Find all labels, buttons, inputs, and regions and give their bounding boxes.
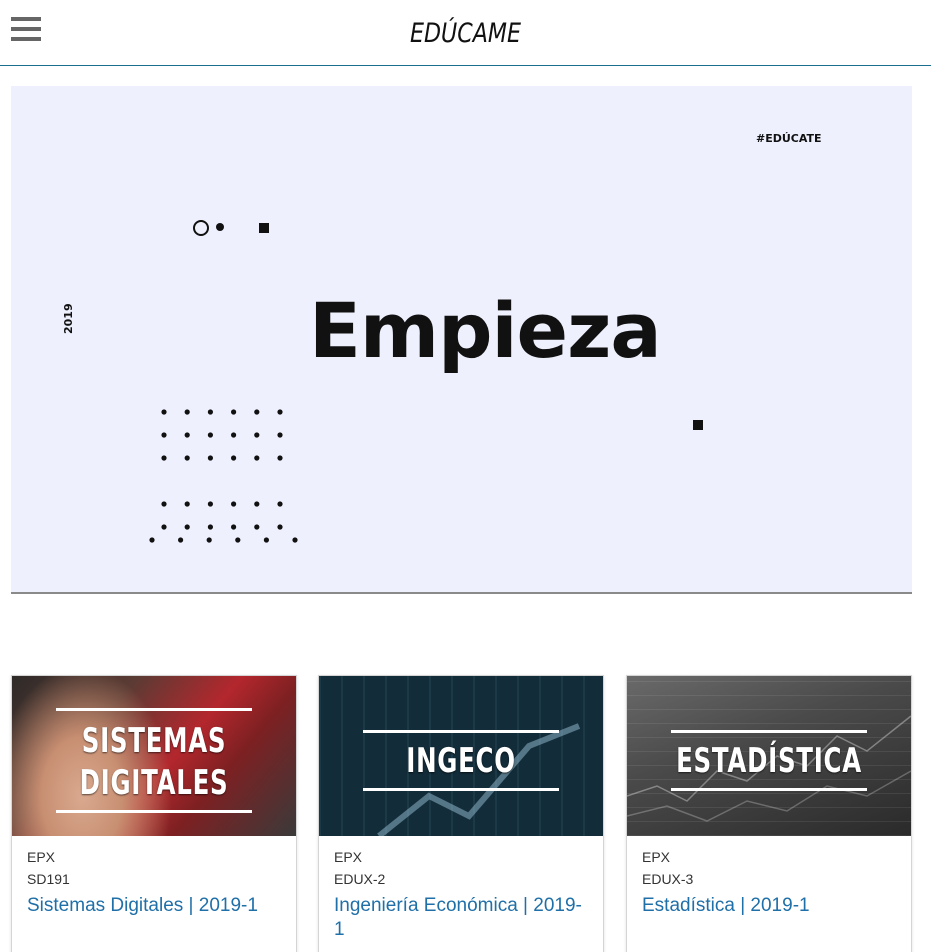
decor-dot [254,432,260,438]
decor-dot [292,537,298,543]
course-card[interactable]: INGECO EPX EDUX-2 Ingeniería Económica |… [318,675,604,952]
decor-dot [161,455,167,461]
decor-dot [161,524,167,530]
hero-year: 2019 [62,303,75,334]
course-code: SD191 [27,871,70,887]
decor-dot [184,432,190,438]
decor-dot [206,537,212,543]
hero-hashtag: #EDÚCATE [756,132,822,145]
course-image-title: DIGITALES [79,763,229,803]
decor-dot [231,501,237,507]
decor-dot [178,537,184,543]
course-provider: EPX [27,849,56,865]
course-image: SISTEMAS DIGITALES [12,676,296,836]
decor-dot [254,524,260,530]
decor-dot [184,524,190,530]
decor-dot [161,432,167,438]
decor-dot [161,501,167,507]
decor-dot [161,409,167,415]
decor-dot [184,409,190,415]
course-list: SISTEMAS DIGITALES EPX SD191 Sistemas Di… [11,675,912,952]
course-code: EDUX-3 [642,871,694,887]
decor-dot [207,524,213,530]
course-link[interactable]: Sistemas Digitales | 2019-1 [27,894,281,918]
course-provider: EPX [334,849,363,865]
decor-dot [277,455,283,461]
decor-dot [277,501,283,507]
decor-dot [149,537,155,543]
decor-dot [207,432,213,438]
decor-dot [207,455,213,461]
course-link[interactable]: Estadística | 2019-1 [642,894,896,918]
decor-dot [231,409,237,415]
decor-dot [207,409,213,415]
course-card[interactable]: SISTEMAS DIGITALES EPX SD191 Sistemas Di… [11,675,297,952]
decor-dot [207,501,213,507]
hero-headline: Empieza [309,286,662,375]
decor-dot [277,409,283,415]
course-image-title: SISTEMAS [81,721,227,761]
decor-dot [263,537,269,543]
site-logo[interactable]: EDÚCAME [84,18,847,49]
decor-dot [231,524,237,530]
course-card[interactable]: ESTADÍSTICA EPX EDUX-3 Estadística | 201… [626,675,912,952]
decor-dot [254,409,260,415]
course-image: INGECO [319,676,603,836]
decor-dot [184,455,190,461]
hero-banner[interactable]: #EDÚCATE 2019 Empieza [11,86,912,594]
course-provider: EPX [642,849,671,865]
course-image: ESTADÍSTICA [627,676,911,836]
decor-dot [231,432,237,438]
decor-dot [254,501,260,507]
top-header: EDÚCAME [0,0,931,66]
decor-dot [184,501,190,507]
decor-dot [277,432,283,438]
course-image-title: INGECO [406,741,516,781]
decor-dot [235,537,241,543]
decor-dot [231,455,237,461]
course-code: EDUX-2 [334,871,386,887]
decor-dot [254,455,260,461]
course-image-title: ESTADÍSTICA [676,741,862,781]
course-link[interactable]: Ingeniería Económica | 2019-1 [334,894,588,942]
hamburger-menu-icon[interactable] [11,17,41,43]
decor-dot [277,524,283,530]
